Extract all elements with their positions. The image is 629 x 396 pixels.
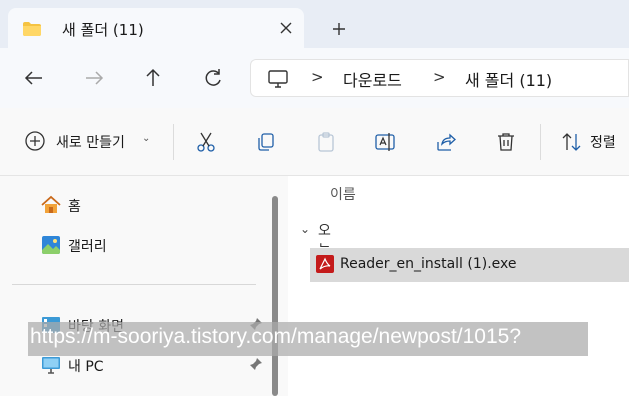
nav-scrollbar[interactable] bbox=[272, 196, 278, 396]
tab-title: 새 폴더 (11) bbox=[62, 21, 144, 39]
watermark-text: https://m-sooriya.tistory.com/manage/new… bbox=[30, 325, 522, 348]
paste-icon[interactable] bbox=[314, 130, 338, 154]
nav-item-label: 홈 bbox=[68, 199, 81, 215]
new-button-label: 새로 만들기 bbox=[56, 135, 125, 151]
share-icon[interactable] bbox=[434, 130, 458, 154]
tab-current-folder[interactable]: 새 폴더 (11) bbox=[8, 8, 304, 48]
navigation-pane: 홈 갤러리 바탕 화면 내 PC bbox=[0, 176, 288, 396]
pc-icon bbox=[40, 354, 62, 380]
toolbar-divider bbox=[540, 124, 541, 160]
folder-icon bbox=[22, 21, 42, 41]
copy-icon[interactable] bbox=[254, 130, 278, 154]
url-watermark: https://m-sooriya.tistory.com/manage/new… bbox=[28, 322, 588, 356]
up-arrow-icon[interactable] bbox=[139, 64, 167, 92]
delete-icon[interactable] bbox=[494, 130, 518, 154]
nav-item-label: 갤러리 bbox=[68, 239, 107, 255]
home-icon bbox=[40, 194, 62, 220]
command-bar: 새로 만들기 ⌄ 정렬 bbox=[0, 108, 629, 176]
plus-circle-icon bbox=[24, 130, 46, 156]
address-bar[interactable]: > 다운로드 > 새 폴더 (11) bbox=[250, 59, 629, 97]
gallery-icon bbox=[40, 234, 62, 260]
back-arrow-icon[interactable] bbox=[20, 64, 48, 92]
breadcrumb-downloads[interactable]: 다운로드 bbox=[343, 67, 402, 91]
breadcrumb-separator: > bbox=[433, 68, 446, 86]
close-icon[interactable] bbox=[276, 18, 296, 38]
chevron-down-icon: ⌄ bbox=[300, 222, 311, 236]
breadcrumb-current-folder[interactable]: 새 폴더 (11) bbox=[465, 67, 552, 91]
pin-icon[interactable] bbox=[248, 356, 264, 376]
new-tab-button[interactable] bbox=[322, 12, 356, 46]
file-name: Reader_en_install (1).exe bbox=[340, 256, 517, 272]
forward-arrow-icon[interactable] bbox=[80, 64, 108, 92]
sort-button-label: 정렬 bbox=[590, 135, 616, 151]
nav-divider bbox=[12, 284, 256, 285]
navigation-bar: > 다운로드 > 새 폴더 (11) bbox=[0, 48, 629, 108]
monitor-icon bbox=[267, 69, 289, 93]
chevron-down-icon: ⌄ bbox=[142, 133, 151, 144]
refresh-icon[interactable] bbox=[199, 64, 227, 92]
nav-item-label: 내 PC bbox=[68, 359, 104, 375]
sort-arrows-icon bbox=[560, 130, 584, 158]
pdf-icon bbox=[316, 255, 334, 277]
file-list: 이름 ⌄ 오늘 Reader_en_install (1).exe bbox=[288, 176, 629, 396]
rename-icon[interactable] bbox=[373, 130, 397, 154]
column-header-name[interactable]: 이름 bbox=[330, 184, 356, 204]
breadcrumb-separator: > bbox=[311, 68, 324, 86]
tab-strip: 새 폴더 (11) bbox=[0, 0, 629, 48]
toolbar-divider bbox=[173, 124, 174, 160]
file-row[interactable]: Reader_en_install (1).exe bbox=[310, 248, 629, 282]
cut-icon[interactable] bbox=[194, 130, 218, 154]
